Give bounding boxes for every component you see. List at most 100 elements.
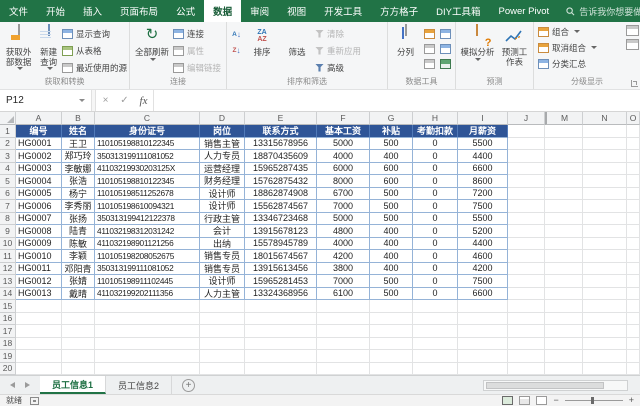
cell-N7[interactable] (583, 200, 627, 213)
cell-O12[interactable] (627, 263, 640, 276)
cell-H15[interactable] (413, 300, 458, 313)
row-header-10[interactable]: 10 (0, 238, 16, 251)
cell-D4[interactable]: 运营经理 (200, 163, 245, 176)
cell-F18[interactable] (317, 338, 370, 351)
cell-O11[interactable] (627, 250, 640, 263)
cell-D19[interactable] (200, 350, 245, 363)
cell-I13[interactable]: 7500 (458, 275, 508, 288)
column-header-O[interactable]: O (627, 112, 640, 125)
text-to-columns-button[interactable]: 分列 (390, 24, 421, 76)
cell-I9[interactable]: 5200 (458, 225, 508, 238)
column-header-F[interactable]: F (317, 112, 370, 125)
cell-C10[interactable]: 411032198901121256 (95, 238, 200, 251)
cell-D15[interactable] (200, 300, 245, 313)
cell-A9[interactable]: HG0008 (16, 225, 62, 238)
cell-I15[interactable] (458, 300, 508, 313)
cell-G14[interactable]: 500 (370, 288, 413, 301)
cell-B19[interactable] (62, 350, 95, 363)
filter-button[interactable]: 筛选 (280, 24, 314, 76)
cell-D8[interactable]: 行政主管 (200, 213, 245, 226)
cell-H19[interactable] (413, 350, 458, 363)
cell-A11[interactable]: HG0010 (16, 250, 62, 263)
new-query-button[interactable]: 新建查询 (36, 24, 61, 76)
cell-M9[interactable] (545, 225, 583, 238)
cell-G18[interactable] (370, 338, 413, 351)
what-if-analysis-button[interactable]: ? 模拟分析 (458, 24, 497, 76)
cell-J20[interactable] (508, 363, 545, 376)
cell-A17[interactable] (16, 325, 62, 338)
cell-M20[interactable] (545, 363, 583, 376)
from-table-button[interactable]: 从表格 (62, 43, 127, 58)
cell-N16[interactable] (583, 313, 627, 326)
cell-I14[interactable]: 6600 (458, 288, 508, 301)
cell-J14[interactable] (508, 288, 545, 301)
cell-I4[interactable]: 6600 (458, 163, 508, 176)
row-header-20[interactable]: 20 (0, 363, 16, 376)
row-header-1[interactable]: 1 (0, 125, 16, 138)
cell-A19[interactable] (16, 350, 62, 363)
column-header-D[interactable]: D (200, 112, 245, 125)
cell-N5[interactable] (583, 175, 627, 188)
cell-F3[interactable]: 4000 (317, 150, 370, 163)
cell-D2[interactable]: 销售主管 (200, 138, 245, 151)
cell-F11[interactable]: 4200 (317, 250, 370, 263)
cell-I10[interactable]: 4400 (458, 238, 508, 251)
cell-E18[interactable] (245, 338, 317, 351)
cell-G11[interactable]: 400 (370, 250, 413, 263)
cell-H8[interactable]: 0 (413, 213, 458, 226)
cell-N17[interactable] (583, 325, 627, 338)
cell-O17[interactable] (627, 325, 640, 338)
cell-E4[interactable]: 15965287435 (245, 163, 317, 176)
cell-A5[interactable]: HG0004 (16, 175, 62, 188)
cell-G17[interactable] (370, 325, 413, 338)
row-header-18[interactable]: 18 (0, 338, 16, 351)
cell-F13[interactable]: 7000 (317, 275, 370, 288)
cell-G4[interactable]: 600 (370, 163, 413, 176)
row-header-12[interactable]: 12 (0, 263, 16, 276)
cell-D11[interactable]: 销售专员 (200, 250, 245, 263)
new-sheet-button[interactable]: + (182, 379, 195, 392)
ribbon-tab-文件[interactable]: 文件 (0, 0, 37, 22)
cell-E16[interactable] (245, 313, 317, 326)
name-box[interactable]: P12 (0, 90, 92, 111)
cell-F8[interactable]: 5000 (317, 213, 370, 226)
cell-C12[interactable]: 350313199111081052 (95, 263, 200, 276)
remove-duplicates-button[interactable] (438, 27, 453, 41)
sheet-tab-员工信息2[interactable]: 员工信息2 (106, 376, 172, 394)
cell-N10[interactable] (583, 238, 627, 251)
cell-I16[interactable] (458, 313, 508, 326)
cell-M12[interactable] (545, 263, 583, 276)
cell-F5[interactable]: 8000 (317, 175, 370, 188)
column-header-G[interactable]: G (370, 112, 413, 125)
column-header-E[interactable]: E (245, 112, 317, 125)
cell-O19[interactable] (627, 350, 640, 363)
cell-F16[interactable] (317, 313, 370, 326)
cell-G2[interactable]: 500 (370, 138, 413, 151)
select-all-corner[interactable] (0, 112, 16, 125)
formula-input[interactable] (153, 90, 640, 111)
cell-O14[interactable] (627, 288, 640, 301)
cell-N12[interactable] (583, 263, 627, 276)
cell-C9[interactable]: 411032198312031242 (95, 225, 200, 238)
cell-B16[interactable] (62, 313, 95, 326)
cell-F12[interactable]: 3800 (317, 263, 370, 276)
cell-D10[interactable]: 出纳 (200, 238, 245, 251)
cell-B7[interactable]: 李秀丽 (62, 200, 95, 213)
cell-J16[interactable] (508, 313, 545, 326)
cell-E7[interactable]: 15562874567 (245, 200, 317, 213)
cell-J15[interactable] (508, 300, 545, 313)
cell-H12[interactable]: 0 (413, 263, 458, 276)
sort-button[interactable]: ZAAZ 排序 (245, 24, 279, 76)
cell-H11[interactable]: 0 (413, 250, 458, 263)
ribbon-tab-开始[interactable]: 开始 (37, 0, 74, 22)
cell-I5[interactable]: 8600 (458, 175, 508, 188)
cell-D3[interactable]: 人力专员 (200, 150, 245, 163)
cell-J1[interactable] (508, 125, 545, 138)
cell-N18[interactable] (583, 338, 627, 351)
ungroup-button[interactable]: 取消组合 (538, 40, 638, 55)
cell-B14[interactable]: 戴晴 (62, 288, 95, 301)
cell-O15[interactable] (627, 300, 640, 313)
sort-ascending-button[interactable]: A↓ (229, 28, 244, 41)
ribbon-tab-插入[interactable]: 插入 (74, 0, 111, 22)
cancel-button[interactable]: × (96, 90, 115, 111)
